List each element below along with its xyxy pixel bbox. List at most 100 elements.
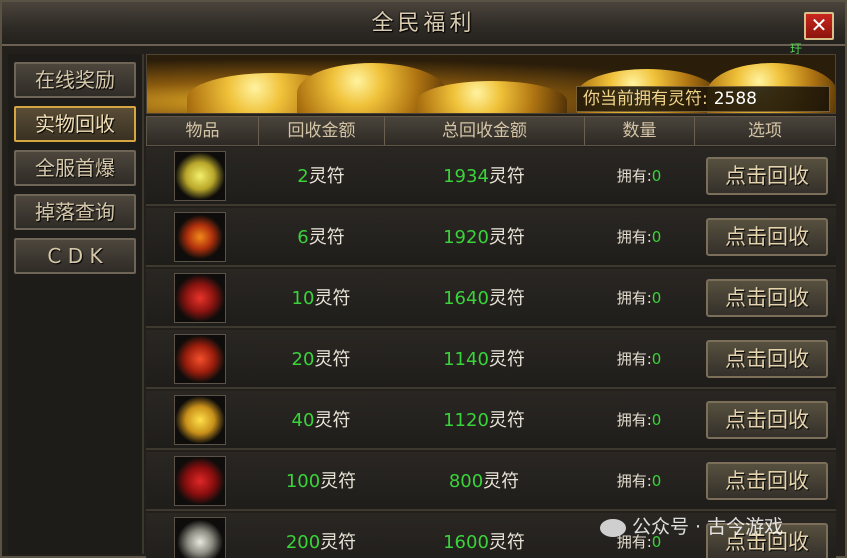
silver-can-item-icon[interactable] — [174, 517, 226, 558]
owned-cell: 拥有:0 — [584, 269, 694, 328]
header-total-amount: 总回收金额 — [385, 117, 585, 145]
recycle-amount-cell: 40灵符 — [258, 391, 384, 450]
sidebar-item-online-reward[interactable]: 在线奖励 — [14, 62, 136, 98]
owned-cell: 拥有:0 — [584, 391, 694, 450]
wechat-icon — [600, 518, 626, 537]
red-pouch-item-icon[interactable] — [174, 334, 226, 384]
total-amount-cell: 1934灵符 — [384, 147, 584, 206]
recycle-amount-value: 2 — [297, 166, 309, 187]
recycle-amount-value: 40 — [291, 410, 315, 431]
total-amount-unit: 灵符 — [483, 471, 520, 492]
header-quantity: 数量 — [585, 117, 695, 145]
owned-label: 拥有: — [616, 411, 652, 429]
total-amount-cell: 1120灵符 — [384, 391, 584, 450]
sidebar-item-server-first-drop[interactable]: 全服首爆 — [14, 150, 136, 186]
red-box-item-icon[interactable] — [174, 456, 226, 506]
owned-cell: 拥有:0 — [584, 147, 694, 206]
titlebar: 全民福利 ✕ — [2, 2, 845, 46]
balance-display: 你当前拥有灵符: 2588 — [576, 86, 830, 112]
total-amount-unit: 灵符 — [488, 532, 525, 553]
owned-value: 0 — [651, 411, 662, 429]
owned-value: 0 — [651, 350, 662, 368]
table-header: 物品 回收金额 总回收金额 数量 选项 — [146, 116, 836, 146]
gold-can-item-icon[interactable] — [174, 395, 226, 445]
table-row: 6灵符 1920灵符 拥有:0 点击回收 — [146, 208, 836, 267]
total-amount-cell: 800灵符 — [384, 452, 584, 511]
total-amount-cell: 1140灵符 — [384, 330, 584, 389]
total-amount-cell: 1640灵符 — [384, 269, 584, 328]
owned-value: 0 — [651, 228, 662, 246]
total-amount-value: 1920 — [443, 227, 489, 248]
window-title: 全民福利 — [371, 11, 476, 36]
owned-label: 拥有: — [616, 289, 652, 307]
total-amount-value: 1600 — [443, 532, 489, 553]
recycle-amount-value: 6 — [297, 227, 309, 248]
recycle-amount-unit: 灵符 — [308, 227, 345, 248]
header-options: 选项 — [748, 121, 782, 141]
recycle-amount-cell: 20灵符 — [258, 330, 384, 389]
recycle-amount-unit: 灵符 — [314, 349, 351, 370]
watermark-text: 公众号 · 古今游戏 — [632, 516, 784, 538]
recycle-button[interactable]: 点击回收 — [706, 157, 828, 195]
owned-value: 0 — [651, 167, 662, 185]
recycle-amount-value: 20 — [291, 349, 315, 370]
welfare-window: 全民福利 ✕ 玗 在线奖励 实物回收 全服首爆 掉落查询 C D K 你当前拥有… — [0, 0, 847, 558]
owned-label: 拥有: — [616, 472, 652, 490]
red-can-item-icon[interactable] — [174, 273, 226, 323]
recycle-amount-unit: 灵符 — [314, 288, 351, 309]
watermark: 公众号 · 古今游戏 — [600, 512, 840, 542]
total-amount-value: 1640 — [443, 288, 489, 309]
balance-value: 2588 — [713, 89, 757, 109]
total-amount-unit: 灵符 — [488, 410, 525, 431]
gold-bar-item-icon[interactable] — [174, 151, 226, 201]
recycle-button[interactable]: 点击回收 — [706, 401, 828, 439]
bottle-item-icon[interactable] — [174, 212, 226, 262]
table-row: 100灵符 800灵符 拥有:0 点击回收 — [146, 452, 836, 511]
recycle-amount-value: 10 — [291, 288, 315, 309]
sidebar: 在线奖励 实物回收 全服首爆 掉落查询 C D K — [8, 54, 144, 554]
recycle-amount-unit: 灵符 — [320, 532, 357, 553]
balance-label: 你当前拥有灵符: — [583, 89, 708, 109]
recycle-amount-cell: 100灵符 — [258, 452, 384, 511]
recycle-amount-cell: 10灵符 — [258, 269, 384, 328]
table-row: 2灵符 1934灵符 拥有:0 点击回收 — [146, 147, 836, 206]
recycle-amount-unit: 灵符 — [308, 166, 345, 187]
recycle-amount-unit: 灵符 — [320, 471, 357, 492]
owned-label: 拥有: — [616, 350, 652, 368]
total-amount-unit: 灵符 — [488, 227, 525, 248]
sidebar-item-cdk[interactable]: C D K — [14, 238, 136, 274]
total-amount-value: 1934 — [443, 166, 489, 187]
recycle-amount-value: 200 — [285, 532, 321, 553]
recycle-amount-cell: 6灵符 — [258, 208, 384, 267]
total-amount-cell: 1600灵符 — [384, 513, 584, 558]
total-amount-value: 1120 — [443, 410, 489, 431]
owned-value: 0 — [651, 289, 662, 307]
total-amount-value: 1140 — [443, 349, 489, 370]
header-item: 物品 — [147, 117, 259, 145]
total-amount-cell: 1920灵符 — [384, 208, 584, 267]
recycle-button[interactable]: 点击回收 — [706, 218, 828, 256]
table-row: 20灵符 1140灵符 拥有:0 点击回收 — [146, 330, 836, 389]
recycle-button[interactable]: 点击回收 — [706, 340, 828, 378]
recycle-amount-unit: 灵符 — [314, 410, 351, 431]
sidebar-item-drop-query[interactable]: 掉落查询 — [14, 194, 136, 230]
total-amount-unit: 灵符 — [488, 349, 525, 370]
owned-value: 0 — [651, 472, 662, 490]
sidebar-item-item-recycle[interactable]: 实物回收 — [14, 106, 136, 142]
owned-cell: 拥有:0 — [584, 330, 694, 389]
owned-label: 拥有: — [616, 167, 652, 185]
owned-label: 拥有: — [616, 228, 652, 246]
recycle-button[interactable]: 点击回收 — [706, 462, 828, 500]
table-row: 40灵符 1120灵符 拥有:0 点击回收 — [146, 391, 836, 450]
recycle-amount-cell: 2灵符 — [258, 147, 384, 206]
total-amount-value: 800 — [448, 471, 484, 492]
owned-cell: 拥有:0 — [584, 452, 694, 511]
close-button[interactable]: ✕ — [804, 12, 834, 40]
total-amount-unit: 灵符 — [488, 166, 525, 187]
total-amount-unit: 灵符 — [488, 288, 525, 309]
recycle-button[interactable]: 点击回收 — [706, 279, 828, 317]
gold-pile-image — [417, 81, 567, 113]
recycle-amount-cell: 200灵符 — [258, 513, 384, 558]
owned-cell: 拥有:0 — [584, 208, 694, 267]
recycle-amount-value: 100 — [285, 471, 321, 492]
